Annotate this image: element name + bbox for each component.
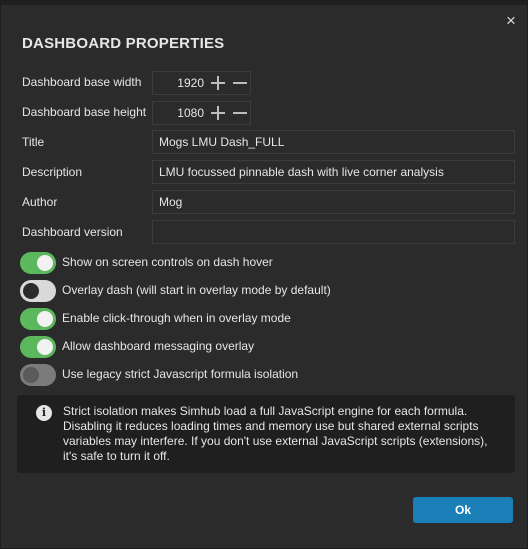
- click-through-label: Enable click-through when in overlay mod…: [62, 311, 291, 325]
- base-height-increment-icon[interactable]: [208, 102, 228, 124]
- info-panel: i Strict isolation makes Simhub load a f…: [17, 395, 515, 473]
- author-label: Author: [22, 195, 58, 209]
- description-label: Description: [22, 165, 83, 179]
- info-text: Strict isolation makes Simhub load a ful…: [63, 404, 488, 463]
- close-icon[interactable]: ×: [501, 11, 521, 31]
- title-label: Title: [22, 135, 45, 149]
- base-height-field[interactable]: 1080: [152, 101, 251, 125]
- title-bar: [1, 1, 528, 5]
- dialog-title: DASHBOARD PROPERTIES: [22, 35, 225, 52]
- description-input[interactable]: LMU focussed pinnable dash with live cor…: [152, 160, 515, 184]
- info-icon: i: [36, 405, 52, 421]
- strict-isolation-toggle[interactable]: [20, 364, 56, 386]
- ok-button[interactable]: Ok: [413, 497, 513, 523]
- version-label: Dashboard version: [22, 225, 123, 239]
- title-input[interactable]: Mogs LMU Dash_FULL: [152, 130, 515, 154]
- base-width-decrement-icon[interactable]: [230, 72, 250, 94]
- base-width-value[interactable]: 1920: [153, 72, 204, 94]
- base-width-field[interactable]: 1920: [152, 71, 251, 95]
- dashboard-properties-dialog: × DASHBOARD PROPERTIES Dashboard base wi…: [0, 0, 528, 549]
- base-height-label: Dashboard base height: [22, 105, 147, 119]
- overlay-dash-toggle[interactable]: [20, 280, 56, 302]
- base-width-label: Dashboard base width: [22, 75, 142, 89]
- author-input[interactable]: Mog: [152, 190, 515, 214]
- strict-isolation-label: Use legacy strict Javascript formula iso…: [62, 367, 299, 381]
- messaging-overlay-label: Allow dashboard messaging overlay: [62, 339, 255, 353]
- screen-controls-label: Show on screen controls on dash hover: [62, 255, 273, 269]
- overlay-dash-label: Overlay dash (will start in overlay mode…: [62, 283, 331, 297]
- base-height-decrement-icon[interactable]: [230, 102, 250, 124]
- click-through-toggle[interactable]: [20, 308, 56, 330]
- base-height-value[interactable]: 1080: [153, 102, 204, 124]
- version-input[interactable]: [152, 220, 515, 244]
- screen-controls-toggle[interactable]: [20, 252, 56, 274]
- messaging-overlay-toggle[interactable]: [20, 336, 56, 358]
- base-width-increment-icon[interactable]: [208, 72, 228, 94]
